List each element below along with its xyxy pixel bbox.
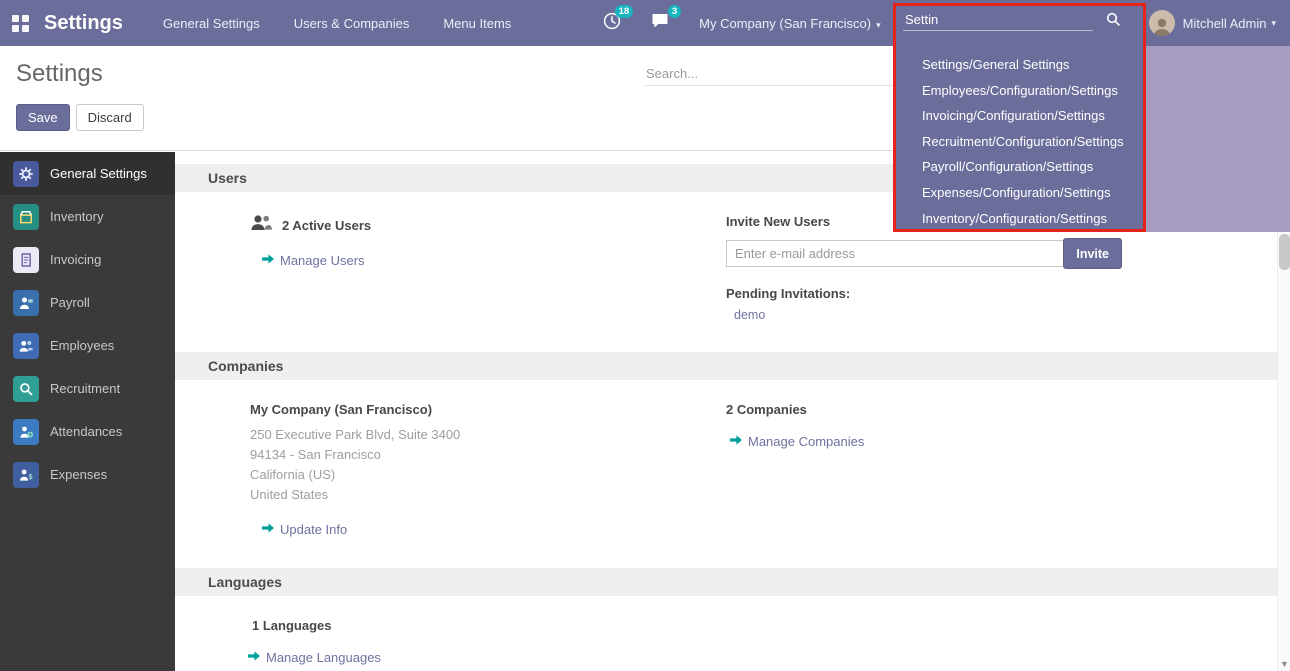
arrow-right-icon — [262, 520, 274, 538]
activity-count-badge: 18 — [615, 5, 634, 18]
address-line: 94134 - San Francisco — [250, 445, 726, 465]
chat-bubble-icon — [651, 12, 669, 34]
sidebar-item-label: General Settings — [50, 166, 147, 181]
sidebar-item-attendances[interactable]: Attendances — [0, 410, 175, 453]
pending-invitations-label: Pending Invitations: — [726, 286, 1277, 301]
address-line: United States — [250, 485, 726, 505]
sidebar-item-label: Employees — [50, 338, 114, 353]
settings-sidebar: General Settings Inventory Invoicing Pay… — [0, 152, 175, 671]
manage-users-link[interactable]: Manage Users — [262, 251, 726, 269]
settings-search — [645, 62, 895, 86]
suggestion-inventory-settings[interactable]: Inventory/Configuration/Settings — [895, 206, 1145, 232]
sidebar-item-label: Attendances — [50, 424, 122, 439]
invite-email-input[interactable] — [726, 240, 1065, 267]
app-title[interactable]: Settings — [44, 12, 123, 35]
message-count-badge: 3 — [668, 5, 681, 18]
active-users-icon — [250, 214, 272, 236]
arrow-right-icon — [730, 432, 742, 450]
user-avatar[interactable] — [1149, 10, 1175, 36]
manage-companies-link[interactable]: Manage Companies — [730, 432, 1277, 450]
languages-count: 1 Languages — [252, 618, 726, 633]
menu-item-users-companies[interactable]: Users & Companies — [294, 16, 410, 31]
sidebar-item-label: Expenses — [50, 467, 107, 482]
sidebar-item-general-settings[interactable]: General Settings — [0, 152, 175, 195]
active-users-count: 2 Active Users — [282, 218, 371, 233]
apps-grid-icon[interactable] — [12, 15, 29, 32]
people-icon — [13, 333, 39, 359]
company-name: My Company (San Francisco) — [250, 402, 726, 417]
chevron-down-icon: ▾ — [1271, 18, 1276, 29]
menu-item-general-settings[interactable]: General Settings — [163, 16, 260, 31]
arrow-right-icon — [262, 251, 274, 269]
pending-user-demo-link[interactable]: demo — [734, 308, 1277, 322]
sidebar-item-inventory[interactable]: Inventory — [0, 195, 175, 238]
suggestion-employees-settings[interactable]: Employees/Configuration/Settings — [895, 78, 1145, 104]
search-icon[interactable] — [1106, 12, 1121, 32]
chevron-down-icon: ▾ — [876, 20, 881, 30]
settings-search-input[interactable] — [645, 62, 895, 86]
navbar-search — [903, 9, 1121, 31]
suggestion-invoicing-settings[interactable]: Invoicing/Configuration/Settings — [895, 103, 1145, 129]
scrollbar-down-arrow[interactable]: ▼ — [1278, 657, 1290, 671]
navbar-menu: General Settings Users & Companies Menu … — [163, 16, 511, 31]
sidebar-item-expenses[interactable]: $ Expenses — [0, 453, 175, 496]
payroll-person-icon — [13, 290, 39, 316]
address-line: 250 Executive Park Blvd, Suite 3400 — [250, 425, 726, 445]
expense-person-icon: $ — [13, 462, 39, 488]
suggestion-payroll-settings[interactable]: Payroll/Configuration/Settings — [895, 154, 1145, 180]
suggestion-recruitment-settings[interactable]: Recruitment/Configuration/Settings — [895, 129, 1145, 155]
menu-item-menu-items[interactable]: Menu Items — [443, 16, 511, 31]
company-switcher[interactable]: My Company (San Francisco)▾ — [699, 16, 880, 31]
sidebar-item-label: Invoicing — [50, 252, 101, 267]
sidebar-item-label: Payroll — [50, 295, 90, 310]
companies-count: 2 Companies — [726, 402, 1277, 417]
sidebar-item-invoicing[interactable]: Invoicing — [0, 238, 175, 281]
section-title-languages: Languages — [175, 568, 1277, 596]
address-line: California (US) — [250, 465, 726, 485]
box-icon — [13, 204, 39, 230]
manage-languages-link[interactable]: Manage Languages — [248, 648, 726, 666]
suggestion-settings-general[interactable]: Settings/General Settings — [895, 52, 1145, 78]
invoice-document-icon — [13, 247, 39, 273]
save-button[interactable]: Save — [16, 104, 70, 131]
suggestion-expenses-settings[interactable]: Expenses/Configuration/Settings — [895, 180, 1145, 206]
sidebar-item-recruitment[interactable]: Recruitment — [0, 367, 175, 410]
invite-input-group: Invite — [726, 238, 1122, 269]
sidebar-item-label: Recruitment — [50, 381, 120, 396]
activities-button[interactable]: 18 — [603, 12, 621, 35]
sidebar-item-employees[interactable]: Employees — [0, 324, 175, 367]
search-suggestions-dropdown: Settings/General Settings Employees/Conf… — [895, 46, 1145, 232]
arrow-right-icon — [248, 648, 260, 666]
magnifier-icon — [13, 376, 39, 402]
gear-icon — [13, 161, 39, 187]
user-menu[interactable]: Mitchell Admin▾ — [1183, 16, 1276, 31]
sidebar-item-payroll[interactable]: Payroll — [0, 281, 175, 324]
svg-text:$: $ — [28, 472, 33, 480]
section-companies: My Company (San Francisco) 250 Executive… — [175, 380, 1277, 568]
company-address: 250 Executive Park Blvd, Suite 3400 9413… — [250, 425, 726, 505]
navbar-search-input[interactable] — [903, 9, 1093, 31]
update-info-link[interactable]: Update Info — [262, 520, 726, 538]
sidebar-item-label: Inventory — [50, 209, 103, 224]
invite-button[interactable]: Invite — [1063, 238, 1122, 269]
messages-button[interactable]: 3 — [651, 12, 669, 34]
scrollbar-thumb[interactable] — [1279, 234, 1290, 270]
section-title-companies: Companies — [175, 352, 1277, 380]
user-menu-dropdown-panel — [1146, 46, 1290, 232]
discard-button[interactable]: Discard — [76, 104, 144, 131]
attendance-person-icon — [13, 419, 39, 445]
section-languages: 1 Languages Manage Languages — [175, 596, 1277, 671]
